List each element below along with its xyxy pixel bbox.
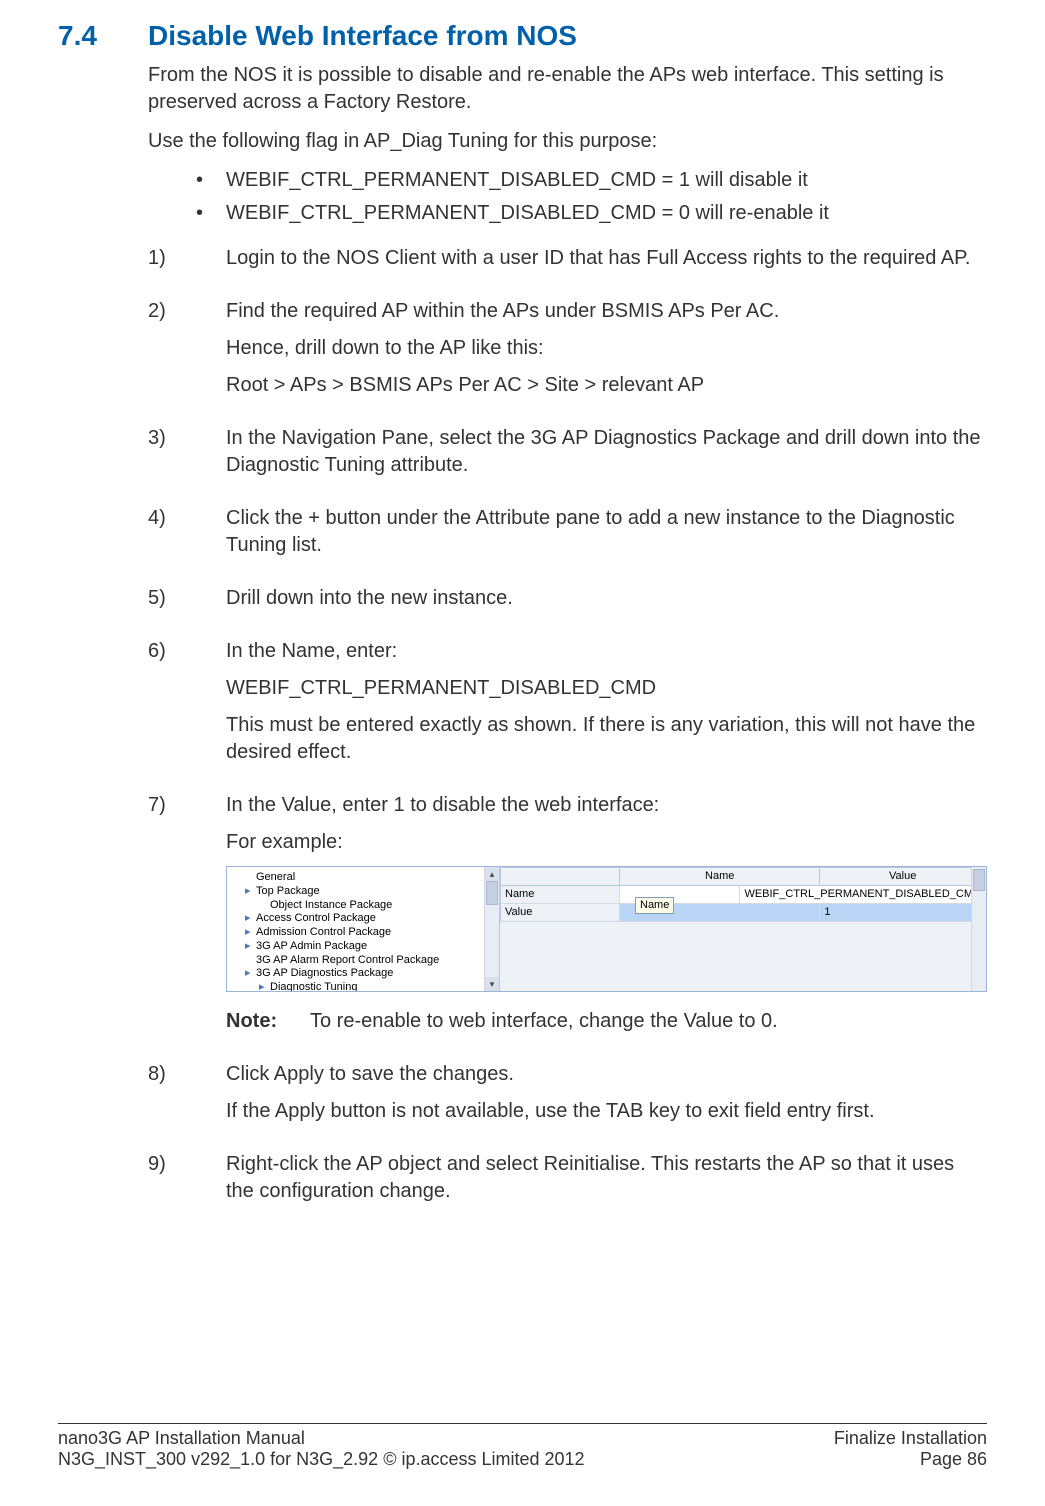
procedure-steps: 1) Login to the NOS Client with a user I… — [148, 245, 987, 1205]
tree-node[interactable]: ▸Top Package — [235, 885, 495, 899]
footer-chapter: Finalize Installation — [834, 1428, 987, 1449]
flag-bullet: WEBIF_CTRL_PERMANENT_DISABLED_CMD = 0 wi… — [148, 200, 987, 227]
step-text: In the Navigation Pane, select the 3G AP… — [226, 425, 987, 479]
step-text: Hence, drill down to the AP like this: — [226, 335, 987, 362]
step-text: Drill down into the new instance. — [226, 585, 987, 612]
step-number: 3) — [148, 425, 186, 452]
step-text: Login to the NOS Client with a user ID t… — [226, 245, 987, 272]
tree-node-label[interactable]: Object Instance Package — [270, 899, 392, 911]
tree-node-label[interactable]: 3G AP Diagnostics Package — [256, 967, 393, 979]
scroll-thumb[interactable] — [973, 869, 985, 891]
step-1: 1) Login to the NOS Client with a user I… — [148, 245, 987, 272]
section-number: 7.4 — [58, 20, 148, 52]
grid-cell[interactable]: WEBIF_CTRL_PERMANENT_DISABLED_CMD — [740, 886, 986, 904]
tree-node-label[interactable]: Access Control Package — [256, 912, 376, 924]
page-footer: nano3G AP Installation Manual N3G_INST_3… — [58, 1423, 987, 1470]
intro-para: From the NOS it is possible to disable a… — [148, 62, 987, 116]
step-text: WEBIF_CTRL_PERMANENT_DISABLED_CMD — [226, 675, 987, 702]
tree-node[interactable]: ▸3G AP Diagnostics Package — [235, 967, 495, 981]
step-text: For example: — [226, 829, 987, 856]
footer-version: N3G_INST_300 v292_1.0 for N3G_2.92 © ip.… — [58, 1449, 585, 1470]
section-heading: 7.4 Disable Web Interface from NOS — [58, 20, 987, 52]
flag-bullet: WEBIF_CTRL_PERMANENT_DISABLED_CMD = 1 wi… — [148, 167, 987, 194]
footer-right: Finalize Installation Page 86 — [834, 1428, 987, 1470]
grid-row-name[interactable]: Name WEBIF_CTRL_PERMANENT_DISABLED_CMD — [500, 886, 986, 904]
tree-node[interactable]: ▸Diagnostic Tuning — [235, 981, 495, 991]
footer-left: nano3G AP Installation Manual N3G_INST_3… — [58, 1428, 585, 1470]
tree-node-label[interactable]: Diagnostic Tuning — [270, 981, 357, 991]
grid-header-name[interactable]: Name — [620, 867, 820, 886]
grid-scrollbar[interactable] — [971, 867, 986, 991]
step-number: 8) — [148, 1061, 186, 1088]
grid-cell[interactable]: 1 — [820, 904, 986, 922]
tree-node[interactable]: ▸Admission Control Package — [235, 926, 495, 940]
step-2: 2) Find the required AP within the APs u… — [148, 298, 987, 399]
tree-node[interactable]: ▸Access Control Package — [235, 912, 495, 926]
step-text: This must be entered exactly as shown. I… — [226, 712, 987, 766]
step-number: 6) — [148, 638, 186, 665]
tree-node-label[interactable]: 3G AP Alarm Report Control Package — [256, 954, 439, 966]
tree-node-label[interactable]: Top Package — [256, 885, 320, 897]
step-5: 5) Drill down into the new instance. — [148, 585, 987, 612]
tree-node[interactable]: ▸3G AP Admin Package — [235, 940, 495, 954]
tree-node-label[interactable]: Admission Control Package — [256, 926, 391, 938]
step-number: 5) — [148, 585, 186, 612]
grid-rowhdr: Name — [500, 886, 620, 904]
step-number: 1) — [148, 245, 186, 272]
tree-expand-icon[interactable]: ▸ — [245, 912, 253, 926]
diagnostic-tuning-screenshot: General▸Top PackageObject Instance Packa… — [226, 866, 987, 992]
grid-header-row: Name Value — [500, 867, 986, 886]
step-text: Click Apply to save the changes. — [226, 1061, 987, 1088]
tree-expand-icon[interactable]: ▸ — [259, 981, 267, 991]
tree-expand-icon[interactable]: ▸ — [245, 885, 253, 899]
tree-expand-icon[interactable]: ▸ — [245, 926, 253, 940]
step-4: 4) Click the + button under the Attribut… — [148, 505, 987, 559]
step-number: 7) — [148, 792, 186, 819]
tree-node[interactable]: 3G AP Alarm Report Control Package — [235, 954, 495, 968]
scroll-up-icon[interactable]: ▴ — [485, 867, 499, 881]
tree-node[interactable]: Object Instance Package — [235, 899, 495, 913]
tree-node-label[interactable]: 3G AP Admin Package — [256, 940, 367, 952]
step-text: Find the required AP within the APs unde… — [226, 298, 987, 325]
scroll-thumb[interactable] — [486, 881, 498, 905]
section-title: Disable Web Interface from NOS — [148, 20, 987, 52]
grid-corner — [500, 867, 620, 886]
tree-scrollbar[interactable]: ▴ ▾ — [484, 867, 499, 991]
step-number: 2) — [148, 298, 186, 325]
tooltip: Name — [635, 897, 674, 914]
flag-bullet-list: WEBIF_CTRL_PERMANENT_DISABLED_CMD = 1 wi… — [148, 167, 987, 227]
tree-expand-icon[interactable]: ▸ — [245, 940, 253, 954]
grid-header-value[interactable]: Value — [820, 867, 986, 886]
intro-para: Use the following flag in AP_Diag Tuning… — [148, 128, 987, 155]
scroll-down-icon[interactable]: ▾ — [485, 977, 499, 991]
step-text: Root > APs > BSMIS APs Per AC > Site > r… — [226, 372, 987, 399]
step-text: Right-click the AP object and select Rei… — [226, 1151, 987, 1205]
grid-empty-area — [500, 922, 986, 991]
step-text: If the Apply button is not available, us… — [226, 1098, 987, 1125]
footer-page-number: Page 86 — [834, 1449, 987, 1470]
step-number: 4) — [148, 505, 186, 532]
tree-expand-icon[interactable]: ▸ — [245, 967, 253, 981]
step-number: 9) — [148, 1151, 186, 1178]
step-3: 3) In the Navigation Pane, select the 3G… — [148, 425, 987, 479]
tree-node-label[interactable]: General — [256, 871, 295, 883]
step-text: In the Value, enter 1 to disable the web… — [226, 792, 987, 819]
grid-row-value[interactable]: Value 1 — [500, 904, 986, 922]
step-text: Click the + button under the Attribute p… — [226, 505, 987, 559]
attribute-grid[interactable]: Name Value Name WEBIF_CTRL_PERMANENT_DIS… — [500, 867, 986, 991]
step-7: 7) In the Value, enter 1 to disable the … — [148, 792, 987, 1035]
step-8: 8) Click Apply to save the changes. If t… — [148, 1061, 987, 1125]
footer-title: nano3G AP Installation Manual — [58, 1428, 585, 1449]
note-text: To re-enable to web interface, change th… — [310, 1008, 987, 1035]
grid-rowhdr: Value — [500, 904, 620, 922]
note: Note: To re-enable to web interface, cha… — [226, 1008, 987, 1035]
step-6: 6) In the Name, enter: WEBIF_CTRL_PERMAN… — [148, 638, 987, 766]
step-text: In the Name, enter: — [226, 638, 987, 665]
tree-pane[interactable]: General▸Top PackageObject Instance Packa… — [227, 867, 500, 991]
note-label: Note: — [226, 1008, 310, 1035]
tree-node[interactable]: General — [235, 871, 495, 885]
step-9: 9) Right-click the AP object and select … — [148, 1151, 987, 1205]
